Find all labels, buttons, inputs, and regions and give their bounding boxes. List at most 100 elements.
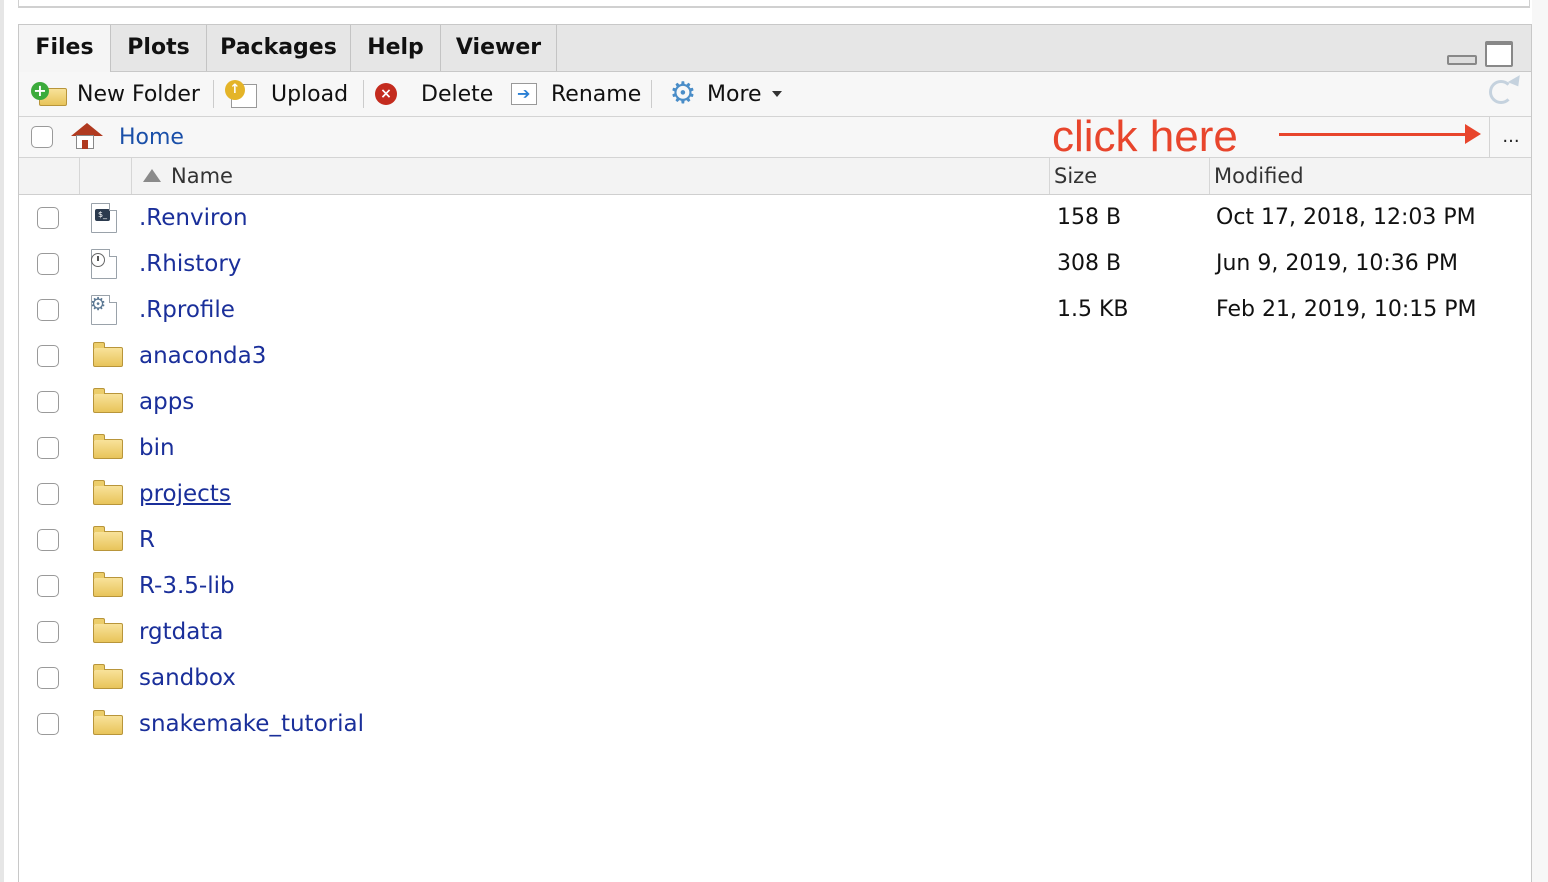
- header-divider: [1049, 158, 1050, 194]
- more-label: More: [707, 81, 762, 107]
- row-checkbox[interactable]: [37, 621, 59, 643]
- folder-name-link[interactable]: apps: [139, 379, 194, 425]
- terminal-file-icon: $_: [91, 203, 117, 233]
- outer-right-border: [1532, 0, 1548, 882]
- folder-name-link[interactable]: bin: [139, 425, 175, 471]
- rename-icon: ➔: [509, 81, 539, 107]
- annotation-arrowhead: [1465, 124, 1481, 144]
- row-checkbox[interactable]: [37, 575, 59, 597]
- home-icon[interactable]: [69, 123, 103, 151]
- column-header-size[interactable]: Size: [1054, 158, 1204, 194]
- row-checkbox[interactable]: [37, 437, 59, 459]
- folder-icon: [93, 434, 123, 459]
- file-name-link[interactable]: .Renviron: [139, 195, 248, 241]
- upload-icon: ↑: [225, 80, 261, 108]
- tab-files[interactable]: Files: [19, 25, 111, 72]
- files-pane: Files Plots Packages Help Viewer + New F…: [18, 24, 1532, 882]
- row-checkbox[interactable]: [37, 667, 59, 689]
- column-header-modified[interactable]: Modified: [1214, 158, 1514, 194]
- table-row: apps: [19, 379, 1531, 425]
- files-toolbar: + New Folder ↑ Upload × Delete ➔ Rename: [19, 72, 1531, 117]
- folder-name-link[interactable]: rgtdata: [139, 609, 223, 655]
- row-checkbox[interactable]: [37, 299, 59, 321]
- sort-ascending-icon: [143, 169, 161, 182]
- folder-icon: [93, 480, 123, 505]
- row-checkbox[interactable]: [37, 391, 59, 413]
- select-all-checkbox[interactable]: [31, 126, 53, 148]
- tab-plots[interactable]: Plots: [111, 25, 207, 71]
- folder-icon: [93, 572, 123, 597]
- file-name-link[interactable]: .Rprofile: [139, 287, 235, 333]
- file-size: 308 B: [1057, 251, 1122, 276]
- folder-name-link[interactable]: R: [139, 517, 155, 563]
- toolbar-divider: [363, 80, 364, 108]
- toolbar-divider: [651, 80, 652, 108]
- tab-bar: Files Plots Packages Help Viewer: [19, 25, 1531, 72]
- header-divider: [131, 158, 132, 194]
- table-row: ⚙ .Rprofile 1.5 KB Feb 21, 2019, 10:15 P…: [19, 287, 1531, 333]
- file-name-link[interactable]: .Rhistory: [139, 241, 241, 287]
- tab-viewer[interactable]: Viewer: [441, 25, 557, 71]
- row-checkbox[interactable]: [37, 345, 59, 367]
- annotation-text: click here: [1052, 112, 1238, 161]
- delete-icon: ×: [375, 83, 397, 105]
- annotation-arrow: [1279, 133, 1469, 136]
- row-checkbox[interactable]: [37, 713, 59, 735]
- folder-icon: [93, 526, 123, 551]
- file-size: 158 B: [1057, 205, 1122, 230]
- upload-button[interactable]: ↑ Upload: [225, 72, 348, 116]
- folder-name-link[interactable]: projects: [139, 471, 231, 517]
- table-row: R: [19, 517, 1531, 563]
- table-row: .Rhistory 308 B Jun 9, 2019, 10:36 PM: [19, 241, 1531, 287]
- folder-icon: [93, 618, 123, 643]
- tab-help[interactable]: Help: [351, 25, 441, 71]
- tab-packages[interactable]: Packages: [207, 25, 351, 71]
- path-bar: Home click here ...: [19, 112, 1532, 161]
- maximize-pane-icon[interactable]: [1485, 41, 1513, 67]
- table-row: snakemake_tutorial: [19, 701, 1531, 747]
- table-row: $_ .Renviron 158 B Oct 17, 2018, 12:03 P…: [19, 195, 1531, 241]
- row-checkbox[interactable]: [37, 529, 59, 551]
- table-row: projects: [19, 471, 1531, 517]
- folder-name-link[interactable]: sandbox: [139, 655, 236, 701]
- table-header: Name Size Modified: [19, 158, 1531, 195]
- file-modified: Oct 17, 2018, 12:03 PM: [1216, 205, 1476, 230]
- new-folder-button[interactable]: + New Folder: [31, 72, 200, 116]
- delete-label: Delete: [421, 81, 494, 107]
- breadcrumb-home[interactable]: Home: [119, 117, 184, 159]
- file-size: 1.5 KB: [1057, 297, 1129, 322]
- table-row: anaconda3: [19, 333, 1531, 379]
- file-modified: Jun 9, 2019, 10:36 PM: [1216, 251, 1458, 276]
- row-checkbox[interactable]: [37, 253, 59, 275]
- table-row: R-3.5-lib: [19, 563, 1531, 609]
- toolbar-divider: [213, 80, 214, 108]
- rename-label: Rename: [551, 81, 642, 107]
- folder-icon: [93, 710, 123, 735]
- table-row: rgtdata: [19, 609, 1531, 655]
- folder-name-link[interactable]: snakemake_tutorial: [139, 701, 364, 747]
- folder-icon: [93, 664, 123, 689]
- folder-icon: [93, 342, 123, 367]
- new-folder-label: New Folder: [77, 81, 200, 107]
- folder-name-link[interactable]: R-3.5-lib: [139, 563, 235, 609]
- top-pane-edge: [18, 0, 1530, 8]
- table-row: sandbox: [19, 655, 1531, 701]
- go-to-directory-button[interactable]: ...: [1489, 117, 1532, 157]
- outer-left-border: [0, 0, 4, 882]
- rename-button[interactable]: ➔ Rename: [509, 72, 641, 116]
- row-checkbox[interactable]: [37, 483, 59, 505]
- minimize-pane-icon[interactable]: [1447, 55, 1477, 65]
- folder-name-link[interactable]: anaconda3: [139, 333, 266, 379]
- more-menu-button[interactable]: ⚙ More: [667, 72, 782, 116]
- delete-button[interactable]: × Delete: [375, 72, 493, 116]
- gear-icon: ⚙: [669, 76, 697, 111]
- file-modified: Feb 21, 2019, 10:15 PM: [1216, 297, 1477, 322]
- header-divider: [1209, 158, 1210, 194]
- column-name-label: Name: [171, 164, 233, 188]
- refresh-arrow-icon: [1507, 75, 1525, 90]
- upload-label: Upload: [271, 81, 349, 107]
- column-header-name[interactable]: Name: [143, 158, 1043, 194]
- history-file-icon: [91, 249, 117, 279]
- row-checkbox[interactable]: [37, 207, 59, 229]
- table-row: bin: [19, 425, 1531, 471]
